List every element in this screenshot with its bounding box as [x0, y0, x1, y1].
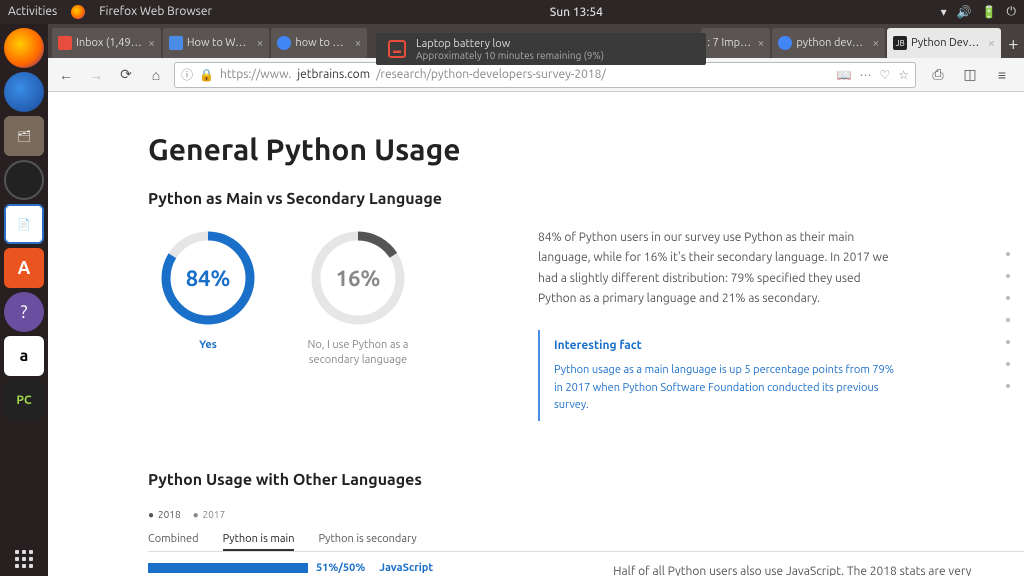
- bar-fill: [148, 563, 308, 573]
- tab-title: : 7 Importa…: [707, 37, 753, 49]
- bar-value: 51%/50%: [316, 562, 365, 574]
- interesting-fact-box: Interesting fact Python usage as a main …: [538, 330, 898, 421]
- launcher-amazon[interactable]: a: [4, 336, 44, 376]
- page-content: General Python Usage Python as Main vs S…: [48, 92, 1024, 576]
- close-tab-icon[interactable]: ×: [257, 37, 264, 50]
- section-heading: Python as Main vs Secondary Language: [148, 190, 1024, 208]
- notification-subtitle: Approximately 10 minutes remaining (9%): [416, 50, 604, 61]
- chart-tab[interactable]: Combined: [148, 533, 199, 551]
- fact-body: Python usage as a main language is up 5 …: [554, 362, 898, 415]
- launcher-obs[interactable]: [4, 160, 44, 200]
- launcher-firefox[interactable]: [4, 28, 44, 68]
- reload-button[interactable]: ⟳: [114, 63, 138, 87]
- browser-tab[interactable]: Inbox (1,499) - i16… ×: [52, 28, 161, 58]
- volume-icon[interactable]: 🔊: [957, 5, 972, 19]
- firefox-window: Inbox (1,499) - i16…× How to Work Wit…× …: [48, 24, 1024, 576]
- current-app-label: Firefox Web Browser: [99, 5, 212, 19]
- donut-percent: 16%: [308, 228, 408, 328]
- chart-tabs: Combined Python is main Python is second…: [148, 533, 1024, 552]
- close-tab-icon[interactable]: ×: [872, 37, 879, 50]
- launcher-thunderbird[interactable]: [4, 72, 44, 112]
- tab-title: How to Work Wit…: [187, 37, 253, 49]
- close-tab-icon[interactable]: ×: [355, 37, 362, 50]
- close-tab-icon[interactable]: ×: [988, 37, 995, 50]
- section-blurb: 84% of Python users in our survey use Py…: [538, 228, 898, 310]
- fact-title: Interesting fact: [554, 336, 898, 356]
- launcher-files[interactable]: 🗂: [4, 116, 44, 156]
- launcher-libreoffice-writer[interactable]: 📄: [4, 204, 44, 244]
- page-heading: General Python Usage: [148, 132, 1024, 166]
- firefox-indicator-icon: [71, 5, 85, 19]
- section-nav-dots[interactable]: [1006, 252, 1010, 388]
- tab-title: Python Developers…: [911, 37, 984, 49]
- favicon-icon: [778, 36, 792, 50]
- section-heading: Python Usage with Other Languages: [148, 471, 1024, 489]
- pocket-icon[interactable]: ♡: [879, 68, 890, 82]
- favicon-icon: [169, 36, 183, 50]
- network-icon[interactable]: ▾: [941, 5, 947, 19]
- favicon-icon: [58, 36, 72, 50]
- close-tab-icon[interactable]: ×: [758, 37, 765, 50]
- battery-icon[interactable]: 🔋: [982, 5, 997, 19]
- show-applications-button[interactable]: [15, 550, 33, 568]
- page-actions-icon[interactable]: ⋯: [859, 68, 871, 82]
- section-blurb: Half of all Python users also use JavaSc…: [613, 562, 973, 576]
- home-button[interactable]: ⌂: [144, 63, 168, 87]
- menu-icon[interactable]: ≡: [990, 63, 1014, 87]
- gnome-top-bar: Activities Firefox Web Browser Sun 13:54…: [0, 0, 1024, 24]
- new-tab-button[interactable]: +: [1003, 30, 1024, 58]
- bookmark-star-icon[interactable]: ☆: [898, 68, 909, 82]
- battery-low-icon: [388, 40, 406, 58]
- back-button[interactable]: ←: [54, 63, 78, 87]
- clock[interactable]: Sun 13:54: [212, 6, 941, 19]
- ubuntu-launcher: 🗂 📄 A ? a PC: [0, 24, 48, 576]
- browser-tab-active[interactable]: JB Python Developers… ×: [887, 28, 1001, 58]
- legend-item: 2017: [193, 509, 226, 521]
- url-bar[interactable]: ⓘ 🔒 https://www. jetbrains.com/research/p…: [174, 62, 916, 88]
- notification-title: Laptop battery low: [416, 38, 604, 50]
- donut-label: No, I use Python as a secondary language: [298, 338, 418, 369]
- browser-tab[interactable]: How to Work Wit… ×: [163, 28, 270, 58]
- site-info-icon[interactable]: ⓘ: [181, 66, 193, 83]
- donut-label: Yes: [199, 338, 217, 353]
- bar-language: JavaScript: [379, 562, 433, 574]
- favicon-icon: JB: [893, 36, 907, 50]
- url-path: /research/python-developers-survey-2018/: [376, 68, 606, 81]
- close-tab-icon[interactable]: ×: [148, 37, 155, 50]
- url-prefix: https://www.: [220, 68, 291, 81]
- activities-button[interactable]: Activities: [8, 5, 57, 19]
- legend: 2018 2017: [148, 509, 1024, 521]
- browser-tab[interactable]: how to Work Wil ×: [271, 28, 367, 58]
- favicon-icon: [277, 36, 291, 50]
- donut-chart-no: 16% No, I use Python as a secondary lang…: [298, 228, 418, 421]
- url-host: jetbrains.com: [297, 68, 370, 81]
- donut-chart-yes: 84% Yes: [148, 228, 268, 421]
- lock-icon: 🔒: [199, 68, 214, 82]
- tab-title: python developme…: [796, 37, 868, 49]
- chart-tab[interactable]: Python is secondary: [318, 533, 416, 551]
- tab-title: Inbox (1,499) - i16…: [76, 37, 144, 49]
- chart-tab-selected[interactable]: Python is main: [223, 533, 295, 551]
- legend-item: 2018: [148, 509, 181, 521]
- library-icon[interactable]: ⎙: [926, 63, 950, 87]
- forward-button[interactable]: →: [84, 63, 108, 87]
- launcher-help[interactable]: ?: [4, 292, 44, 332]
- bar-row: 51%/50% JavaScript: [148, 562, 433, 574]
- power-icon[interactable]: ⏻: [1007, 5, 1017, 19]
- sidebar-icon[interactable]: ◫: [958, 63, 982, 87]
- reader-mode-icon[interactable]: 📖: [837, 68, 852, 82]
- browser-tab[interactable]: python developme… ×: [772, 28, 885, 58]
- browser-tab[interactable]: : 7 Importa… ×: [701, 28, 770, 58]
- tab-title: how to Work Wil: [295, 37, 350, 49]
- donut-percent: 84%: [158, 228, 258, 328]
- battery-low-notification[interactable]: Laptop battery low Approximately 10 minu…: [376, 33, 706, 65]
- launcher-ubuntu-software[interactable]: A: [4, 248, 44, 288]
- launcher-pycharm[interactable]: PC: [4, 380, 44, 420]
